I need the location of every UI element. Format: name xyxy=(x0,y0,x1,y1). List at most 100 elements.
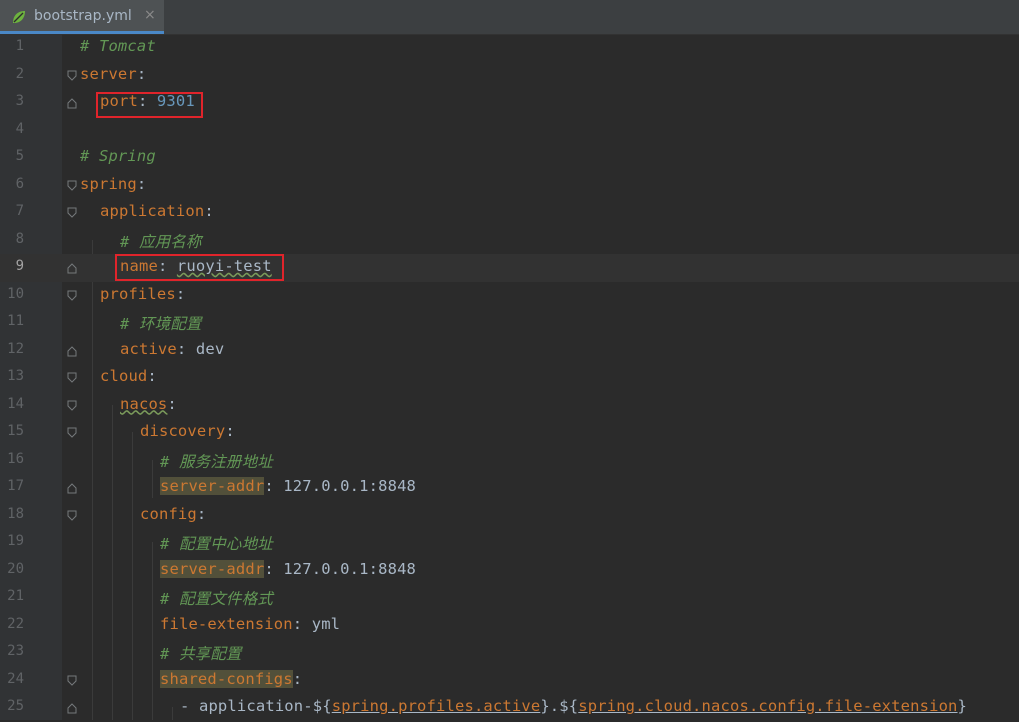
code-line: 18 config: xyxy=(0,502,1019,530)
code-text: server: xyxy=(80,65,146,83)
line-number: 15 xyxy=(7,423,24,439)
code-text: # 应用名称 xyxy=(120,230,202,252)
line-number: 2 xyxy=(15,65,24,82)
yaml-separator: : xyxy=(147,367,157,385)
tab-label: bootstrap.yml xyxy=(34,8,132,24)
fold-open-icon[interactable] xyxy=(67,207,77,219)
code-line: 5 # Spring xyxy=(0,144,1019,172)
yaml-separator: : xyxy=(225,422,235,440)
yaml-comment: # 配置中心地址 xyxy=(160,535,273,553)
yaml-property-ref[interactable]: spring.cloud.nacos.config.file-extension xyxy=(578,697,957,715)
yaml-key: profiles xyxy=(100,284,176,303)
yaml-key: server-addr xyxy=(160,477,265,495)
fold-close-icon[interactable] xyxy=(67,482,77,494)
line-number: 8 xyxy=(15,230,24,247)
editor-tab-bar: bootstrap.yml × xyxy=(0,0,1019,35)
code-line: 2 server: xyxy=(0,62,1019,90)
line-number: 24 xyxy=(7,670,24,687)
code-text: active: dev xyxy=(120,340,224,358)
code-line: 21 # 配置文件格式 xyxy=(0,584,1019,612)
yaml-separator: : xyxy=(136,174,147,193)
yaml-key: server xyxy=(80,64,137,83)
fold-open-icon[interactable] xyxy=(67,510,77,522)
code-line: 14 nacos: xyxy=(0,392,1019,420)
yaml-comment: # 配置文件格式 xyxy=(160,590,273,608)
yaml-separator: : xyxy=(292,669,303,688)
fold-close-icon[interactable] xyxy=(67,262,77,274)
yaml-separator: : xyxy=(175,284,186,303)
line-number: 7 xyxy=(15,203,24,219)
yaml-separator: : xyxy=(167,394,177,413)
fold-open-icon[interactable] xyxy=(67,427,77,439)
yaml-key: file-extension xyxy=(160,614,293,633)
yaml-value: 127.0.0.1:8848 xyxy=(283,477,417,495)
yaml-key: shared-configs xyxy=(160,669,293,688)
yaml-seq-text: application-${ xyxy=(198,697,332,715)
line-number: 6 xyxy=(15,175,24,192)
yaml-property-ref[interactable]: spring.profiles.active xyxy=(332,697,541,715)
yaml-comment: # 共享配置 xyxy=(160,645,242,663)
code-line: 8 # 应用名称 xyxy=(0,227,1019,255)
line-number: 17 xyxy=(7,478,24,494)
code-line: 13 cloud: xyxy=(0,364,1019,392)
code-line: 25 - application-${spring.profiles.active… xyxy=(0,694,1019,722)
line-number: 25 xyxy=(7,698,24,714)
code-line: 7 application: xyxy=(0,199,1019,227)
line-number: 20 xyxy=(7,560,24,577)
line-number: 11 xyxy=(7,313,24,329)
yaml-separator: : xyxy=(204,202,214,220)
code-line: 11 # 环境配置 xyxy=(0,309,1019,337)
close-icon[interactable]: × xyxy=(144,7,156,23)
yaml-key: config xyxy=(140,504,197,523)
line-number: 4 xyxy=(15,120,24,137)
fold-close-icon[interactable] xyxy=(67,97,77,109)
code-text: cloud: xyxy=(100,367,157,385)
line-number: 14 xyxy=(7,395,24,412)
code-text: - application-${spring.profiles.active}.… xyxy=(180,697,967,715)
line-number: 16 xyxy=(7,450,24,467)
yaml-value: dev xyxy=(195,339,225,358)
code-line: 6 spring: xyxy=(0,172,1019,200)
code-text: spring: xyxy=(80,175,146,193)
code-line: 17 server-addr: 127.0.0.1:8848 xyxy=(0,474,1019,502)
yaml-seq-dash: - xyxy=(180,697,199,715)
code-text: server-addr: 127.0.0.1:8848 xyxy=(160,559,417,578)
line-number: 12 xyxy=(7,340,24,357)
fold-close-icon[interactable] xyxy=(67,345,77,357)
yaml-value: 127.0.0.1:8848 xyxy=(283,559,417,578)
yaml-separator: : xyxy=(264,477,284,495)
code-text: shared-configs: xyxy=(160,669,303,688)
code-line: 20 server-addr: 127.0.0.1:8848 xyxy=(0,557,1019,585)
fold-open-icon[interactable] xyxy=(67,290,77,302)
line-number: 5 xyxy=(15,148,24,164)
code-text: # Spring xyxy=(80,147,156,165)
code-line: 19 # 配置中心地址 xyxy=(0,529,1019,557)
code-editor[interactable]: 1 # Tomcat 2 server: 3 port: 9301 4 5 # Spring 6 s… xyxy=(0,34,1019,720)
code-text: profiles: xyxy=(100,285,185,303)
yaml-comment: # 服务注册地址 xyxy=(160,452,273,471)
tab-bootstrap-yml[interactable]: bootstrap.yml × xyxy=(0,0,164,34)
line-number: 3 xyxy=(15,93,24,109)
code-text: config: xyxy=(140,505,206,523)
yaml-key: cloud xyxy=(100,367,148,385)
yaml-separator: : xyxy=(176,339,196,358)
yaml-key: nacos xyxy=(120,394,168,413)
code-text: # 配置文件格式 xyxy=(160,587,273,609)
fold-open-icon[interactable] xyxy=(67,372,77,384)
code-text: application: xyxy=(100,202,214,220)
code-line: 4 xyxy=(0,117,1019,145)
fold-open-icon[interactable] xyxy=(67,675,77,687)
yaml-separator: : xyxy=(136,64,147,83)
code-line: 12 active: dev xyxy=(0,337,1019,365)
line-number: 18 xyxy=(7,505,24,522)
fold-close-icon[interactable] xyxy=(67,702,77,714)
code-text: file-extension: yml xyxy=(160,615,340,633)
line-number: 21 xyxy=(7,588,24,604)
code-text: server-addr: 127.0.0.1:8848 xyxy=(160,477,416,495)
name-highlight-box xyxy=(115,254,284,281)
yaml-comment: # Tomcat xyxy=(80,37,156,55)
fold-open-icon[interactable] xyxy=(67,400,77,412)
fold-open-icon[interactable] xyxy=(67,180,77,192)
code-text: # 配置中心地址 xyxy=(160,532,273,554)
fold-open-icon[interactable] xyxy=(67,70,77,82)
